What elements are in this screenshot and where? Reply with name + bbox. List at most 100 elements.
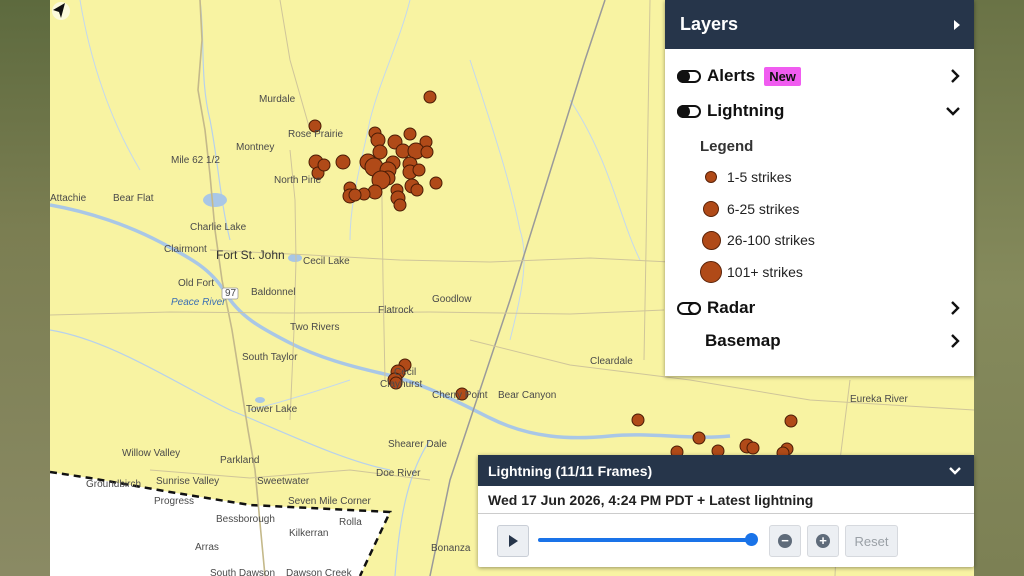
legend-entry-3: 26-100 strikes bbox=[700, 229, 815, 251]
map-place-label: Bonanza bbox=[431, 543, 471, 554]
animation-panel-header[interactable]: Lightning (11/11 Frames) bbox=[478, 455, 974, 486]
map-river-peace bbox=[50, 203, 731, 440]
map-place-label: Rolla bbox=[339, 517, 362, 528]
map-place-label: North Pine bbox=[274, 175, 322, 186]
legend-label: 1-5 strikes bbox=[727, 169, 792, 185]
map-place-label: Rose Prairie bbox=[288, 129, 344, 140]
map-place-label: Sunrise Valley bbox=[156, 476, 220, 487]
legend-entry-2: 6-25 strikes bbox=[700, 198, 799, 220]
frame-slider-handle[interactable] bbox=[745, 533, 758, 546]
legend-title: Legend bbox=[700, 138, 754, 155]
map-creek-2 bbox=[469, 59, 525, 341]
map-place-label: Montney bbox=[236, 142, 275, 153]
map-place-label: 97 bbox=[225, 288, 237, 299]
reset-button[interactable]: Reset bbox=[845, 525, 898, 557]
layer-row-lightning[interactable]: Lightning bbox=[677, 98, 967, 124]
map-place-label: Two Rivers bbox=[290, 322, 340, 333]
strike-dot-medium-icon bbox=[703, 201, 719, 217]
layer-row-radar[interactable]: Radar bbox=[677, 295, 967, 321]
map-river-pine bbox=[50, 329, 391, 471]
map-place-label: Doe River bbox=[376, 468, 421, 479]
step-back-button[interactable]: − bbox=[769, 525, 801, 557]
lightning-strike-marker[interactable] bbox=[746, 441, 760, 455]
toggle-on-icon[interactable] bbox=[677, 104, 701, 118]
map-road-i bbox=[279, 0, 311, 131]
map-place-label: Charlie Lake bbox=[190, 222, 247, 233]
legend-label: 101+ strikes bbox=[727, 264, 803, 280]
strike-dot-small-icon bbox=[705, 171, 717, 183]
map-place-label: Bear Canyon bbox=[498, 390, 557, 401]
background-right bbox=[974, 0, 1024, 576]
lightning-strike-marker[interactable] bbox=[423, 90, 437, 104]
toggle-off-icon[interactable] bbox=[677, 301, 701, 315]
play-button[interactable] bbox=[497, 525, 529, 557]
map-place-label: Cleardale bbox=[590, 356, 633, 367]
background-left bbox=[0, 0, 50, 576]
strike-dot-large-icon bbox=[701, 230, 721, 250]
map-place-label: Baldonnel bbox=[251, 287, 296, 298]
map-place-label: Willow Valley bbox=[122, 448, 181, 459]
lightning-strike-marker[interactable] bbox=[348, 188, 362, 202]
frame-slider-track[interactable] bbox=[538, 538, 752, 542]
chevron-down-icon[interactable] bbox=[948, 466, 962, 476]
legend-label: 26-100 strikes bbox=[727, 232, 815, 248]
toggle-on-icon[interactable] bbox=[677, 69, 701, 83]
lightning-strike-marker[interactable] bbox=[420, 145, 434, 159]
layers-panel-header[interactable]: Layers bbox=[665, 0, 974, 49]
chevron-right-icon[interactable] bbox=[949, 300, 961, 316]
map-place-label: Clayhurst bbox=[380, 379, 423, 390]
chevron-down-icon[interactable] bbox=[945, 105, 961, 117]
map-place-label: Old Fort bbox=[178, 278, 215, 289]
map-road-f bbox=[643, 0, 651, 361]
lightning-strike-marker[interactable] bbox=[784, 414, 798, 428]
map-place-label: Goodlow bbox=[432, 294, 472, 305]
map-place-label: Cherry Point bbox=[432, 390, 488, 401]
map-road-b bbox=[50, 309, 665, 316]
chevron-right-icon[interactable] bbox=[949, 333, 961, 349]
map-place-label: Parkland bbox=[220, 455, 260, 466]
step-forward-button[interactable]: + bbox=[807, 525, 839, 557]
map-place-label: Bear Flat bbox=[113, 193, 154, 204]
divider bbox=[478, 513, 974, 514]
lightning-strike-marker[interactable] bbox=[335, 154, 351, 170]
layer-row-basemap[interactable]: Basemap bbox=[705, 328, 967, 354]
lightning-strike-marker[interactable] bbox=[692, 431, 706, 445]
layer-label-radar: Radar bbox=[707, 298, 756, 317]
map-place-label: South Taylor bbox=[242, 352, 298, 363]
map-road-c bbox=[289, 149, 297, 421]
frame-timestamp: Wed 17 Jun 2026, 4:24 PM PDT + Latest li… bbox=[488, 492, 814, 508]
strike-dot-xlarge-icon bbox=[700, 261, 722, 283]
map-creek-3 bbox=[569, 99, 641, 261]
lightning-strike-marker[interactable] bbox=[393, 198, 407, 212]
map-lake-cecil bbox=[288, 254, 302, 262]
legend-entry-1: 1-5 strikes bbox=[700, 166, 792, 188]
layer-label-basemap: Basemap bbox=[705, 331, 781, 350]
map-river-kiskatinaw bbox=[394, 439, 431, 576]
map-place-label: Progress bbox=[154, 496, 195, 507]
lightning-strike-marker[interactable] bbox=[412, 163, 426, 177]
map-place-label: Bessborough bbox=[216, 514, 275, 525]
layer-label-alerts: Alerts bbox=[707, 66, 756, 85]
layer-row-alerts[interactable]: Alerts New bbox=[677, 63, 967, 89]
lightning-strike-marker[interactable] bbox=[317, 158, 331, 172]
minus-icon: − bbox=[778, 534, 792, 548]
layer-label-lightning: Lightning bbox=[707, 101, 785, 120]
lightning-strike-marker[interactable] bbox=[631, 413, 645, 427]
lightning-strike-marker[interactable] bbox=[429, 176, 443, 190]
new-badge: New bbox=[764, 66, 801, 86]
map-place-label: Cecil bbox=[394, 367, 417, 378]
lightning-strike-marker[interactable] bbox=[372, 144, 388, 160]
compass-north-icon[interactable] bbox=[50, 0, 72, 22]
map-place-label: Groundbirch bbox=[86, 479, 142, 490]
lightning-strike-marker[interactable] bbox=[403, 127, 417, 141]
map-place-label: Cecil Lake bbox=[303, 256, 350, 267]
lightning-strike-marker[interactable] bbox=[410, 183, 424, 197]
map-lake-tower bbox=[255, 397, 265, 403]
map-place-label: Seven Mile Corner bbox=[288, 496, 371, 507]
legend-label: 6-25 strikes bbox=[727, 201, 800, 217]
play-icon bbox=[509, 535, 518, 547]
map-place-label: Eureka River bbox=[850, 394, 908, 405]
chevron-right-icon[interactable] bbox=[949, 68, 961, 84]
collapse-right-icon[interactable] bbox=[952, 19, 962, 31]
legend-entry-4: 101+ strikes bbox=[700, 261, 803, 283]
